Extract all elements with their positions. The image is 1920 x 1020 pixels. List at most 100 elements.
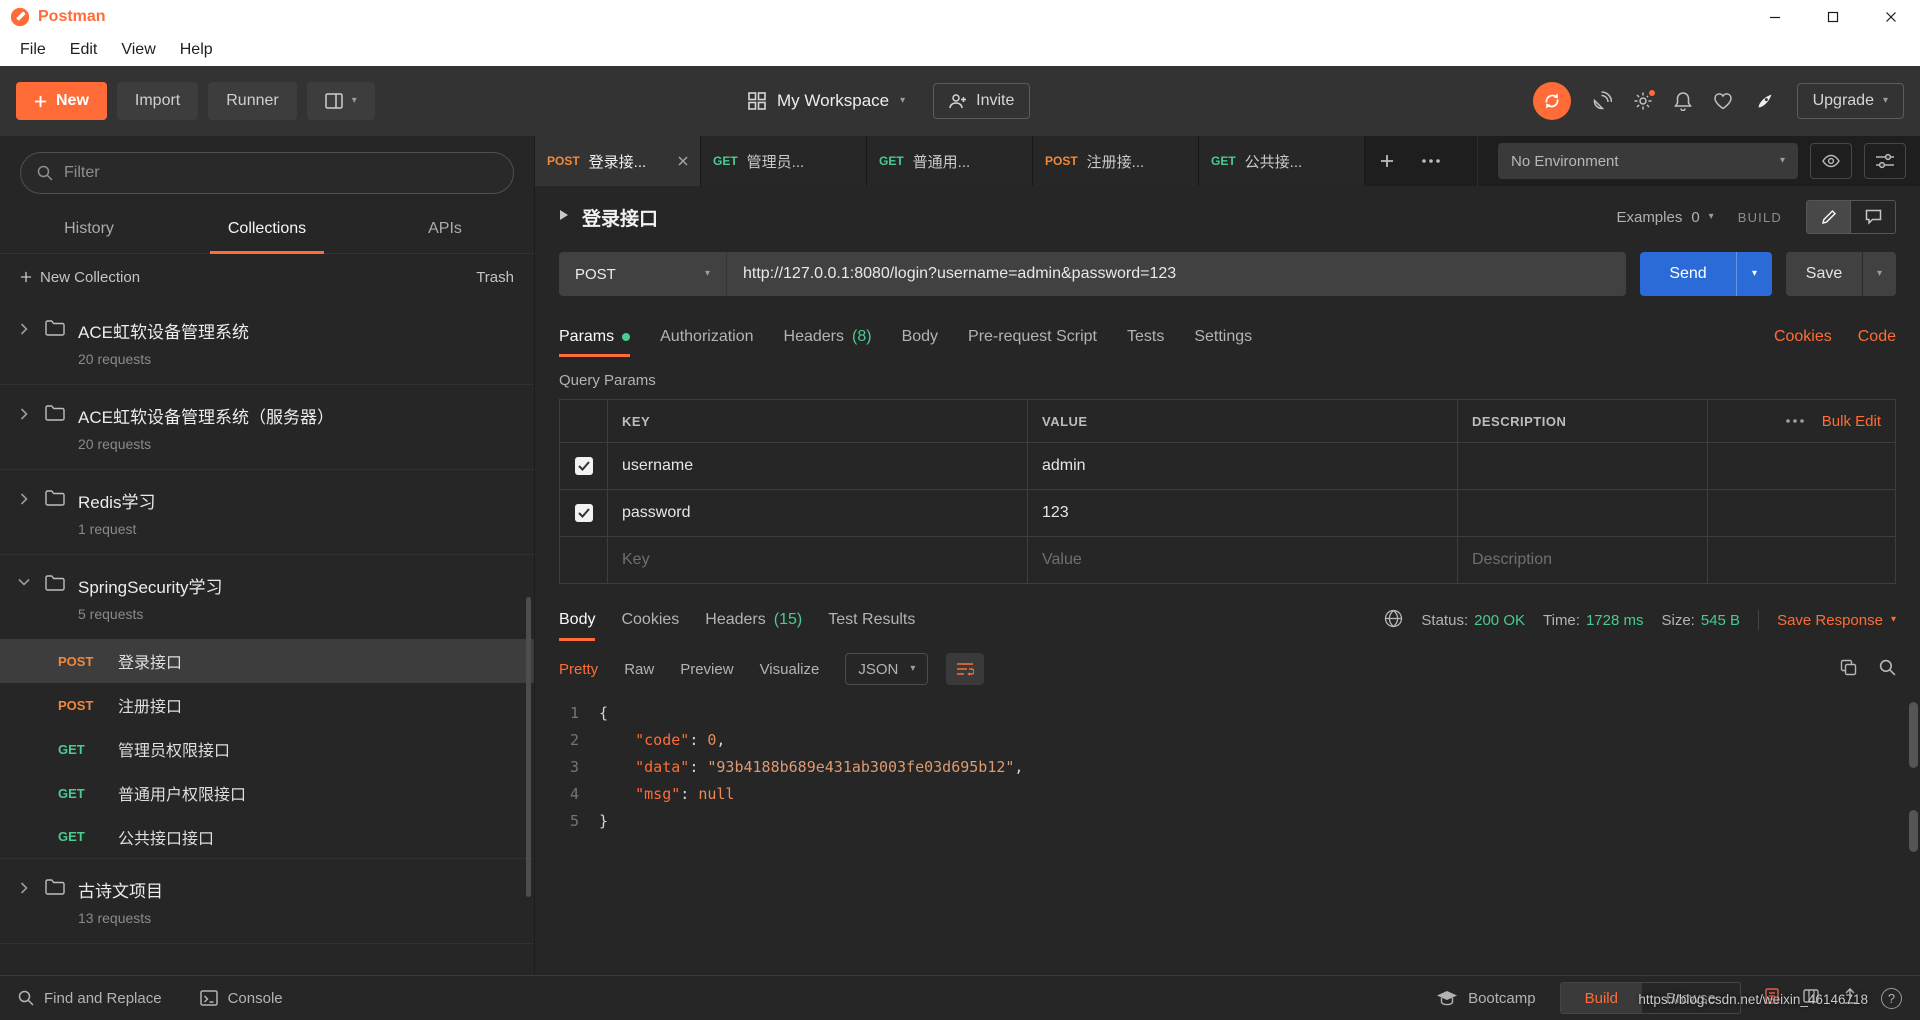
tab-params[interactable]: Params (559, 312, 631, 362)
param-value-cell[interactable]: 123 (1028, 490, 1458, 536)
sync-status-button[interactable] (1532, 82, 1571, 120)
tab-apis[interactable]: APIs (356, 204, 534, 253)
filter-search[interactable] (20, 152, 514, 194)
request-tab[interactable]: POST 注册接... (1033, 136, 1199, 186)
menu-help[interactable]: Help (168, 41, 225, 59)
close-tab-icon[interactable] (678, 156, 688, 166)
import-button[interactable]: Import (116, 82, 199, 120)
menu-edit[interactable]: Edit (58, 41, 110, 59)
environment-quick-look-button[interactable] (1810, 143, 1852, 179)
collection-item[interactable]: ACE虹软设备管理系统（服务器） 20 requests (0, 385, 534, 470)
console-button[interactable]: Console (199, 990, 283, 1007)
open-new-window-button[interactable]: ▾ (306, 82, 375, 120)
send-button[interactable]: Send (1640, 252, 1736, 296)
invite-button[interactable]: Invite (933, 83, 1031, 119)
tab-prerequest-script[interactable]: Pre-request Script (968, 312, 1097, 362)
cookies-link[interactable]: Cookies (1774, 328, 1832, 346)
request-item[interactable]: POST 登录接口 (0, 639, 534, 683)
upgrade-button[interactable]: Upgrade ▾ (1796, 83, 1904, 119)
send-options-button[interactable]: ▾ (1736, 252, 1772, 296)
trash-button[interactable]: Trash (476, 269, 514, 286)
request-item[interactable]: POST 注册接口 (0, 683, 534, 727)
tab-tests[interactable]: Tests (1127, 312, 1164, 362)
build-tab[interactable]: Build (1560, 983, 1642, 1013)
close-button[interactable] (1862, 0, 1920, 34)
save-button[interactable]: Save (1786, 252, 1862, 296)
chevron-right-icon[interactable] (16, 493, 32, 505)
chevron-right-icon[interactable] (16, 882, 32, 894)
tab-options-button[interactable] (1409, 136, 1453, 186)
param-description-cell[interactable] (1458, 443, 1708, 489)
tab-settings[interactable]: Settings (1194, 312, 1252, 362)
settings-button[interactable] (1633, 88, 1657, 111)
response-tab-cookies[interactable]: Cookies (621, 594, 679, 646)
expand-caret-icon[interactable] (559, 208, 569, 226)
method-select[interactable]: POST ▾ (559, 252, 727, 296)
url-input[interactable] (727, 252, 1626, 296)
code-link[interactable]: Code (1858, 328, 1896, 346)
collection-item-expanded[interactable]: SpringSecurity学习 5 requests (0, 555, 534, 639)
workspace-switcher[interactable]: My Workspace ▾ (748, 91, 905, 111)
filter-input[interactable] (64, 164, 497, 182)
maximize-button[interactable] (1804, 0, 1862, 34)
view-preview-button[interactable]: Preview (680, 661, 733, 678)
runner-button[interactable]: Runner (208, 82, 297, 120)
param-key-cell[interactable]: password (608, 490, 1028, 536)
favorites-button[interactable] (1713, 92, 1733, 110)
param-value-cell[interactable]: admin (1028, 443, 1458, 489)
save-options-button[interactable]: ▾ (1862, 252, 1896, 296)
param-key-placeholder[interactable]: Key (608, 537, 1028, 583)
format-select[interactable]: JSON ▾ (845, 653, 929, 685)
response-tab-headers[interactable]: Headers (15) (705, 594, 802, 646)
request-tab[interactable]: GET 公共接... (1199, 136, 1365, 186)
row-checkbox-checked[interactable] (574, 504, 593, 522)
view-visualize-button[interactable]: Visualize (760, 661, 820, 678)
tab-collections[interactable]: Collections (178, 204, 356, 254)
globe-icon[interactable] (1384, 609, 1403, 632)
param-key-cell[interactable]: username (608, 443, 1028, 489)
request-tab[interactable]: GET 普通用... (867, 136, 1033, 186)
tab-headers[interactable]: Headers (8) (784, 312, 872, 362)
environment-select[interactable]: No Environment ▾ (1498, 143, 1798, 179)
copy-button[interactable] (1840, 659, 1857, 680)
search-response-button[interactable] (1879, 659, 1896, 680)
examples-dropdown[interactable]: Examples 0 ▾ (1616, 209, 1713, 226)
request-item[interactable]: GET 管理员权限接口 (0, 727, 534, 771)
collection-item[interactable]: ACE虹软设备管理系统 20 requests (0, 300, 534, 385)
response-tab-body[interactable]: Body (559, 594, 596, 646)
view-pretty-button[interactable]: Pretty (559, 661, 598, 678)
view-raw-button[interactable]: Raw (624, 661, 654, 678)
new-button[interactable]: New (16, 82, 107, 120)
chevron-right-icon[interactable] (16, 323, 32, 335)
tab-body[interactable]: Body (902, 312, 938, 362)
find-and-replace-button[interactable]: Find and Replace (18, 990, 162, 1007)
menu-file[interactable]: File (8, 41, 58, 59)
response-tab-test-results[interactable]: Test Results (828, 594, 915, 646)
response-scrollbar[interactable] (1909, 702, 1918, 768)
save-response-button[interactable]: Save Response ▾ (1777, 612, 1896, 629)
tab-authorization[interactable]: Authorization (660, 312, 753, 362)
menu-view[interactable]: View (109, 41, 167, 59)
environment-settings-button[interactable] (1864, 143, 1906, 179)
request-item[interactable]: GET 公共接口接口 (0, 815, 534, 859)
notifications-button[interactable] (1673, 91, 1692, 111)
chevron-right-icon[interactable] (16, 408, 32, 420)
row-checkbox-checked[interactable] (574, 457, 593, 475)
launch-button[interactable] (1754, 90, 1776, 112)
new-collection-button[interactable]: New Collection (40, 269, 140, 286)
request-item[interactable]: GET 普通用户权限接口 (0, 771, 534, 815)
param-description-placeholder[interactable]: Description (1458, 537, 1708, 583)
param-description-cell[interactable] (1458, 490, 1708, 536)
help-button[interactable]: ? (1881, 987, 1902, 1009)
chevron-down-icon[interactable] (16, 578, 32, 586)
new-tab-button[interactable] (1365, 136, 1409, 186)
param-value-placeholder[interactable]: Value (1028, 537, 1458, 583)
comments-button[interactable] (1851, 201, 1895, 233)
bootcamp-button[interactable]: Bootcamp (1436, 990, 1536, 1007)
minimize-button[interactable] (1746, 0, 1804, 34)
request-tab[interactable]: GET 管理员... (701, 136, 867, 186)
more-icon[interactable] (1785, 419, 1804, 423)
tab-history[interactable]: History (0, 204, 178, 253)
request-tab[interactable]: POST 登录接... (535, 136, 701, 186)
bulk-edit-link[interactable]: Bulk Edit (1822, 413, 1881, 430)
